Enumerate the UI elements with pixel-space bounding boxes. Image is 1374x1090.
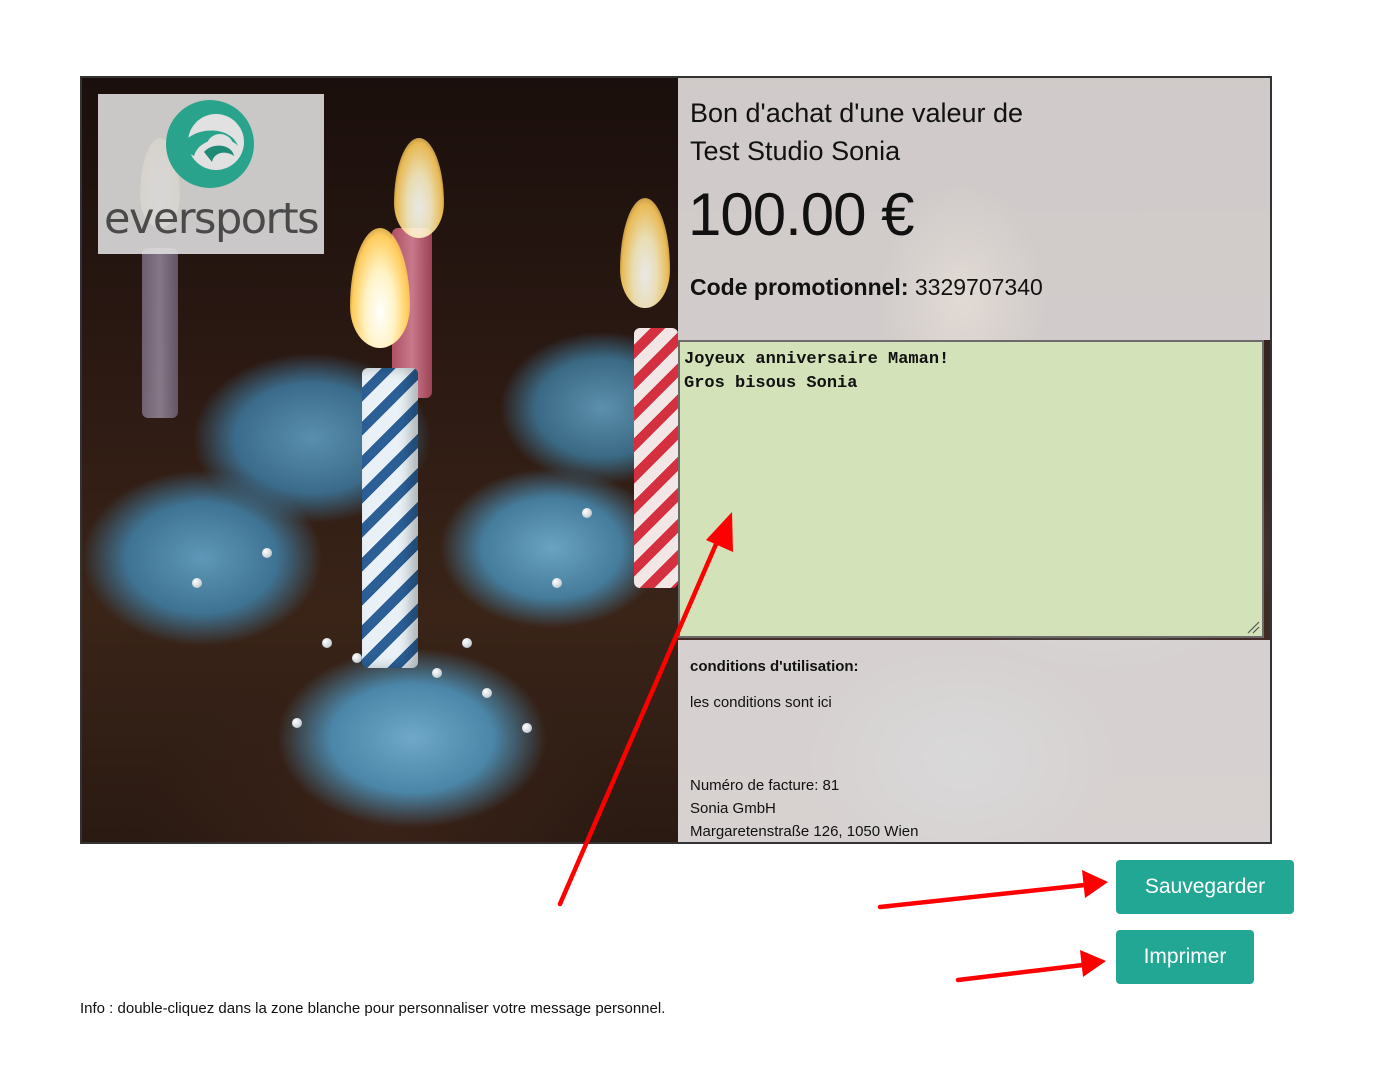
personal-message-textarea[interactable]: Joyeux anniversaire Maman! Gros bisous S… xyxy=(678,340,1264,638)
message-line-2: Gros bisous Sonia xyxy=(684,374,858,393)
resize-grip-icon[interactable] xyxy=(1246,620,1260,634)
terms-panel: conditions d'utilisation: les conditions… xyxy=(678,640,1270,842)
company-address: Margaretenstraße 126, 1050 Wien xyxy=(690,823,919,840)
gift-voucher: eversports Bon d'achat d'une valeur de T… xyxy=(80,76,1272,844)
print-button[interactable]: Imprimer xyxy=(1116,930,1254,984)
red-arrow-icon xyxy=(955,950,1106,983)
voucher-title-line2: Test Studio Sonia xyxy=(690,136,901,166)
invoice-details: Numéro de facture: 81 Sonia GmbH Margare… xyxy=(690,774,919,842)
terms-label: conditions d'utilisation: xyxy=(690,658,859,675)
promo-code-value: 3329707340 xyxy=(914,274,1043,300)
voucher-amount: 100.00 € xyxy=(688,181,915,248)
promo-code-row: Code promotionnel: 3329707340 xyxy=(690,274,1043,301)
eversports-logo: eversports xyxy=(98,94,324,254)
message-line-1: Joyeux anniversaire Maman! xyxy=(684,350,950,369)
eversports-swirl-icon xyxy=(166,100,254,188)
info-footnote: Info : double-cliquez dans la zone blanc… xyxy=(80,1000,666,1017)
voucher-info-panel: Bon d'achat d'une valeur de Test Studio … xyxy=(678,78,1270,340)
company-name: Sonia GmbH xyxy=(690,800,776,817)
promo-code-label: Code promotionnel: xyxy=(690,274,909,300)
voucher-title-line1: Bon d'achat d'une valeur de xyxy=(690,98,1024,128)
terms-text: les conditions sont ici xyxy=(690,694,832,711)
logo-wordmark: eversports xyxy=(104,194,319,244)
birthday-cupcakes-photo: eversports xyxy=(82,78,678,842)
invoice-number: Numéro de facture: 81 xyxy=(690,777,840,794)
red-arrow-icon xyxy=(877,870,1108,910)
voucher-title: Bon d'achat d'une valeur de Test Studio … xyxy=(690,94,1023,170)
save-button[interactable]: Sauvegarder xyxy=(1116,860,1294,914)
